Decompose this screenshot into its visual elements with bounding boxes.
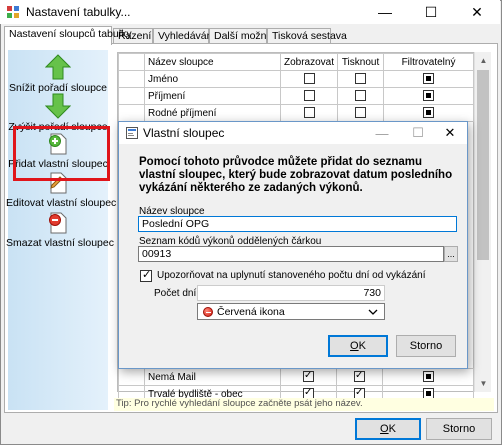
show-checkbox[interactable] [303, 73, 315, 85]
tip-text: Tip: Pro rychlé vyhledání sloupce začnět… [114, 398, 494, 411]
row-indicator [118, 104, 145, 122]
header-print[interactable]: Tisknout [337, 53, 385, 71]
decrease-order-button[interactable]: Snížit pořadí sloupce [6, 54, 110, 94]
cell-filter [383, 70, 474, 88]
row-indicator-header [118, 53, 145, 71]
scroll-up-arrow-icon[interactable]: ▲ [475, 52, 492, 69]
days-label: Počet dní: [154, 288, 200, 299]
cell-show [280, 368, 337, 386]
column-name-input[interactable]: Poslední OPG [138, 216, 457, 232]
icon-select[interactable]: Červená ikona [197, 303, 385, 320]
table-row[interactable]: Rodné příjmení [118, 104, 474, 122]
vertical-scrollbar[interactable]: ▲ ▼ [474, 52, 491, 392]
notify-label[interactable]: Upozorňovat na uplynutí stanoveného počt… [157, 270, 426, 281]
show-checkbox[interactable] [303, 90, 315, 102]
window-title: Nastavení tabulky... [26, 5, 131, 19]
cell-name[interactable]: Jméno [144, 70, 281, 88]
row-indicator [118, 70, 145, 88]
arrow-down-icon [45, 93, 71, 119]
dialog-ok-rest: K [358, 340, 366, 352]
filter-checkbox[interactable] [423, 90, 435, 102]
browse-codes-button[interactable]: ... [444, 246, 458, 262]
ok-button-accel: O [380, 423, 389, 435]
header-filter[interactable]: Filtrovatelný [383, 53, 474, 71]
dialog-cancel-button[interactable]: Storno [396, 335, 456, 357]
app-icon [7, 6, 19, 18]
minimize-button[interactable]: — [362, 0, 408, 24]
ok-button-rest: K [388, 423, 396, 435]
cell-print [336, 368, 383, 386]
cell-print [337, 104, 385, 122]
row-indicator [118, 368, 145, 386]
table-row[interactable]: Nemá Mail [118, 368, 474, 386]
table-row[interactable]: Příjmení [118, 87, 474, 105]
dialog-minimize-button[interactable]: — [365, 122, 399, 144]
cell-show [279, 87, 339, 105]
header-show[interactable]: Zobrazovat [279, 53, 339, 71]
scroll-down-arrow-icon[interactable]: ▼ [475, 375, 492, 392]
row-indicator [118, 87, 145, 105]
dialog-maximize-button[interactable]: ☐ [401, 122, 435, 144]
cancel-button[interactable]: Storno [426, 418, 492, 440]
highlight-frame [13, 126, 110, 181]
red-icon [203, 306, 213, 317]
icon-select-value: Červená ikona [217, 305, 285, 318]
ok-button[interactable]: OK [355, 418, 421, 440]
cell-filter [383, 87, 474, 105]
table-row[interactable]: Jméno [118, 70, 474, 88]
filter-checkbox[interactable] [422, 371, 434, 383]
chevron-down-icon [368, 309, 378, 315]
print-checkbox[interactable] [355, 73, 367, 85]
codes-input[interactable]: 00913 [138, 246, 444, 262]
arrow-up-icon [45, 54, 71, 80]
dialog-ok-accel: O [350, 340, 359, 352]
dialog-ok-button[interactable]: OK [328, 335, 388, 357]
tab-column-settings[interactable]: Nastavení sloupců tabulky [4, 26, 132, 45]
dialog-app-icon [126, 127, 138, 139]
filter-checkbox[interactable] [423, 73, 435, 85]
scrollbar-thumb[interactable] [477, 70, 489, 260]
tab-print-report[interactable]: Tisková sestava [267, 28, 347, 44]
cell-print [337, 70, 385, 88]
dialog-description: Pomocí tohoto průvodce můžete přidat do … [139, 156, 453, 194]
filter-checkbox[interactable] [423, 107, 435, 119]
maximize-button[interactable]: ☐ [408, 0, 454, 24]
dialog-close-button[interactable]: ✕ [433, 122, 467, 144]
cell-name[interactable]: Příjmení [144, 87, 281, 105]
delete-custom-column-label: Smazat vlastní sloupec [6, 237, 114, 249]
cell-name[interactable]: Rodné příjmení [144, 104, 281, 122]
cell-filter [383, 104, 474, 122]
print-checkbox[interactable] [355, 107, 367, 119]
print-checkbox[interactable] [354, 369, 365, 383]
tab-more-options[interactable]: Další možnosti [209, 28, 283, 44]
cell-print [337, 87, 385, 105]
grid-header-row: Název sloupce Zobrazovat Tisknout Filtro… [118, 53, 474, 71]
days-input[interactable]: 730 [197, 285, 385, 301]
cell-show [279, 70, 339, 88]
dialog-title: Vlastní sloupec [143, 126, 225, 140]
custom-column-dialog: Vlastní sloupec — ☐ ✕ Pomocí tohoto prův… [118, 121, 468, 369]
show-checkbox[interactable] [303, 369, 314, 383]
cell-name[interactable]: Nemá Mail [144, 368, 281, 386]
delete-document-icon [49, 212, 67, 234]
notify-checkbox[interactable] [140, 269, 152, 282]
tab-search[interactable]: Vyhledávání [153, 28, 215, 44]
edit-custom-column-label: Editovat vlastní sloupec [6, 197, 117, 209]
print-checkbox[interactable] [355, 90, 367, 102]
close-button[interactable]: ✕ [454, 0, 500, 24]
header-name[interactable]: Název sloupce [144, 53, 281, 71]
cell-show [279, 104, 339, 122]
show-checkbox[interactable] [303, 107, 315, 119]
action-panel: Snížit pořadí sloupce Zvýšit pořadí slou… [6, 50, 117, 410]
delete-custom-column-button[interactable]: Smazat vlastní sloupec [6, 211, 114, 249]
cell-filter [382, 368, 474, 386]
